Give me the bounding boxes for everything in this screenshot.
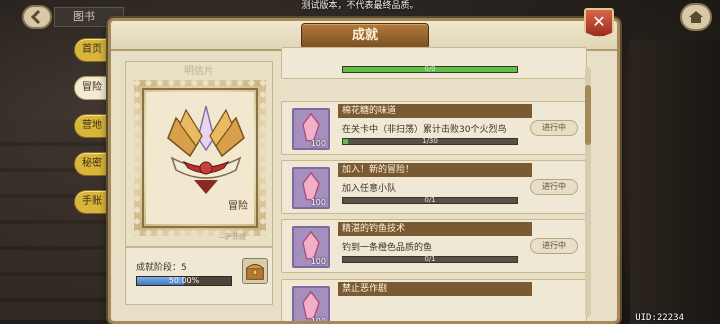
back-button[interactable] — [22, 5, 52, 29]
panel-title: 成就 — [301, 23, 429, 49]
status-button[interactable]: 进行中 — [530, 120, 578, 136]
item-progress-text: 0/1 — [424, 196, 436, 204]
uid-label: UID:22234 — [635, 313, 684, 323]
item-desc: 加入任意小队 — [342, 184, 397, 194]
achievement-stage: 成就阶段：5 50.00% — [125, 247, 273, 305]
scrollbar[interactable] — [585, 67, 591, 317]
stamp-inner: 冒险 — [146, 92, 254, 224]
crystal-reward-icon: 100 — [292, 286, 330, 324]
item-title: 精湛的钓鱼技术 — [338, 222, 532, 236]
reward-count: 100 — [310, 139, 326, 148]
chest-icon — [246, 264, 264, 280]
item-progress-text: 0/1 — [424, 255, 436, 263]
reward-count: 100 — [310, 257, 326, 266]
home-button[interactable] — [680, 3, 712, 31]
back-arrow-icon — [30, 9, 41, 25]
list-item: 100 棉花糖的味道 在关卡中（非扫荡）累计击败30个火烈鸟 1/30 进行中 — [281, 101, 587, 155]
crown-emblem-icon — [167, 105, 245, 194]
list-item: 100 精湛的钓鱼技术 钓到一条橙色品质的鱼 0/1 进行中 — [281, 219, 587, 273]
reward-count: 100 — [310, 317, 326, 324]
postcard-signature: —萨菲娅 — [218, 233, 246, 241]
list-item: 100 禁止恶作剧 — [281, 279, 587, 324]
stamp-label: 冒险 — [228, 201, 248, 212]
crystal-reward-icon: 100 — [292, 108, 330, 150]
stage-percent: 50.00% — [168, 276, 200, 285]
scrollbar-thumb[interactable] — [585, 85, 591, 145]
item-title: 棉花糖的味道 — [338, 104, 532, 118]
item-progress-text: 1/30 — [422, 137, 438, 145]
reward-count: 100 — [310, 198, 326, 207]
item-title: 禁止恶作剧 — [338, 282, 532, 296]
home-icon — [689, 11, 703, 23]
postcard: 明信片 冒险 —萨菲娅 — [125, 61, 273, 247]
close-button[interactable]: ✕ — [584, 8, 614, 38]
item-desc: 在关卡中（非扫荡）累计击败30个火烈鸟 — [342, 125, 507, 135]
item-desc: 钓到一条橙色品质的鱼 — [342, 243, 433, 253]
status-button[interactable]: 进行中 — [530, 238, 578, 254]
status-button[interactable]: 进行中 — [530, 179, 578, 195]
item-title: 加入！新的冒险！ — [338, 163, 532, 177]
stage-label: 成就阶段：5 — [136, 263, 187, 273]
item-progress-text: 0/0 — [424, 65, 436, 73]
list-item: 0/0 — [281, 47, 587, 79]
adventure-stamp: 冒险 —萨菲娅 — [134, 80, 266, 241]
crystal-reward-icon: 100 — [292, 226, 330, 268]
list-item: 100 加入！新的冒险！ 加入任意小队 0/1 进行中 — [281, 160, 587, 214]
postcard-title: 明信片 — [184, 66, 214, 77]
background-wall — [630, 40, 720, 324]
achievement-list[interactable]: 0/0 100 棉花糖的味道 在关卡中（非扫荡）累计击败30个火烈鸟 1/30 … — [281, 47, 591, 324]
achievement-panel: 成就 明信片 冒险 —萨菲娅 成就阶段：5 50.00% 0/0 100 棉花糖… — [108, 18, 620, 324]
reward-chest-button[interactable] — [242, 258, 268, 284]
crystal-reward-icon: 100 — [292, 167, 330, 209]
